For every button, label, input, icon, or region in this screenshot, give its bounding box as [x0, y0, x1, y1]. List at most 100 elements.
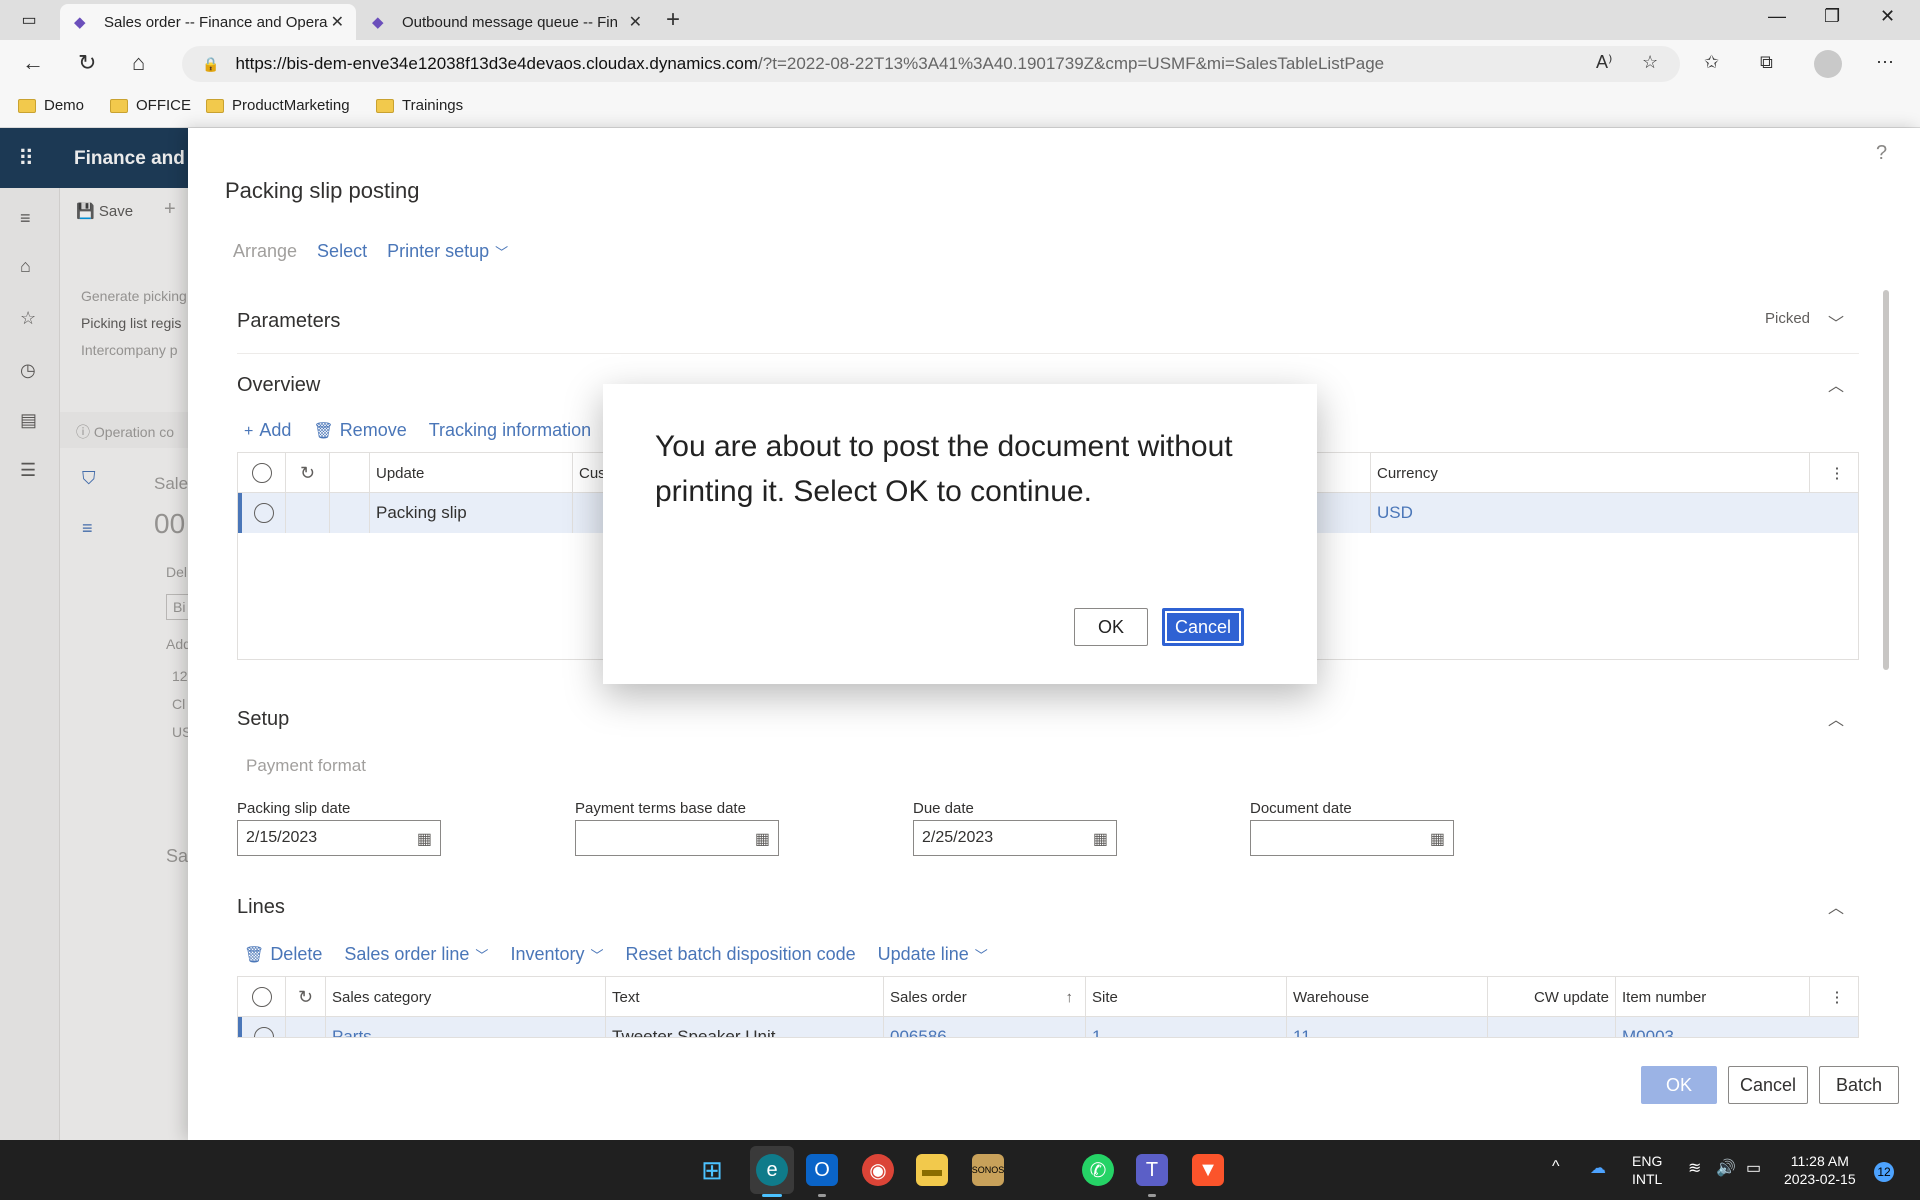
calendar-icon[interactable]: ▦ — [1093, 829, 1108, 849]
edge-icon[interactable]: e — [756, 1154, 788, 1186]
cell-sales-category[interactable]: Parts — [326, 1017, 606, 1037]
start-icon[interactable]: ⊞ — [696, 1154, 728, 1186]
bookmark-demo[interactable]: Demo — [18, 97, 84, 114]
tab-sales-order[interactable]: ◆ Sales order -- Finance and Opera ✕ — [60, 4, 356, 40]
back-icon[interactable]: ← — [22, 50, 44, 76]
column-header-text[interactable]: Text — [606, 977, 884, 1017]
new-tab-button[interactable]: + — [666, 6, 680, 34]
chevron-up-icon[interactable]: ︿ — [1828, 894, 1844, 918]
chevron-down-icon[interactable]: ﹀ — [1828, 310, 1844, 334]
profile-avatar[interactable] — [1814, 50, 1842, 78]
whatsapp-icon[interactable]: ✆ — [1082, 1154, 1114, 1186]
refresh-icon[interactable]: ↻ — [78, 50, 96, 76]
teams-icon[interactable]: T — [1136, 1154, 1168, 1186]
restore-icon[interactable]: ❐ — [1824, 6, 1840, 27]
due-date-field[interactable]: 2/25/2023 ▦ — [913, 820, 1117, 856]
cell-update[interactable]: Packing slip — [370, 493, 573, 533]
parameters-heading[interactable]: Parameters — [237, 310, 340, 333]
minimize-icon[interactable]: — — [1768, 6, 1786, 27]
battery-icon[interactable]: ▭ — [1746, 1158, 1761, 1178]
clock[interactable]: 11:28 AM 2023-02-15 — [1784, 1152, 1856, 1188]
lines-heading[interactable]: Lines — [237, 896, 285, 919]
chevron-up-icon[interactable]: ︿ — [1828, 372, 1844, 396]
packing-slip-date-field[interactable]: 2/15/2023 ▦ — [237, 820, 441, 856]
onedrive-icon[interactable]: ☁ — [1590, 1158, 1606, 1178]
table-row[interactable]: Parts Tweeter Speaker Unit 006586 1 11 M… — [238, 1017, 1858, 1037]
brave-icon[interactable]: ▼ — [1192, 1154, 1224, 1186]
panel-scrollbar[interactable] — [1883, 290, 1889, 670]
close-tab-icon[interactable]: ✕ — [331, 12, 344, 32]
notification-badge[interactable]: 12 — [1874, 1162, 1894, 1182]
tab-actions-icon[interactable]: ▭ — [18, 9, 40, 31]
bookmark-office[interactable]: OFFICE — [110, 97, 191, 114]
calendar-icon[interactable]: ▦ — [1430, 829, 1445, 849]
calendar-icon[interactable]: ▦ — [755, 829, 770, 849]
tracking-information-button[interactable]: Tracking information — [429, 420, 591, 441]
row-select-radio[interactable] — [242, 493, 286, 533]
row-select-radio[interactable] — [242, 1017, 286, 1037]
cell-item-number[interactable]: M0003 — [1616, 1017, 1858, 1037]
add-favorite-icon[interactable]: ☆ — [1642, 52, 1658, 73]
cell-cw-update[interactable] — [1488, 1017, 1616, 1037]
dialog-cancel-button[interactable]: Cancel — [1162, 608, 1244, 646]
file-explorer-icon[interactable]: ▬ — [916, 1154, 948, 1186]
select-all-checkbox[interactable] — [238, 453, 286, 493]
wifi-icon[interactable]: ≋ — [1688, 1158, 1701, 1178]
payment-terms-base-date-field[interactable]: ▦ — [575, 820, 779, 856]
url-field[interactable]: 🔒 https://bis-dem-enve34e12038f13d3e4dev… — [182, 46, 1680, 82]
column-header-update[interactable]: Update — [370, 453, 573, 493]
ok-button[interactable]: OK — [1641, 1066, 1717, 1104]
cell-text[interactable]: Tweeter Speaker Unit — [606, 1017, 884, 1037]
refresh-grid-icon[interactable]: ↻ — [286, 453, 330, 493]
delete-button[interactable]: 🗑 Delete — [244, 944, 322, 965]
more-options-icon[interactable]: ⋮ — [1810, 977, 1858, 1017]
read-aloud-icon[interactable]: A⁾ — [1596, 52, 1612, 73]
volume-icon[interactable]: 🔊 — [1716, 1158, 1736, 1178]
column-header-site[interactable]: Site — [1086, 977, 1287, 1017]
column-header-item-number[interactable]: Item number — [1616, 977, 1810, 1017]
update-line-menu[interactable]: Update line ﹀ — [878, 944, 988, 965]
more-icon[interactable]: ⋯ — [1876, 52, 1894, 73]
more-options-icon[interactable]: ⋮ — [1810, 453, 1858, 493]
bookmark-productmarketing[interactable]: ProductMarketing — [206, 97, 350, 114]
cell-warehouse[interactable]: 11 — [1287, 1017, 1488, 1037]
cell-sales-order[interactable]: 006586 — [884, 1017, 1086, 1037]
select-button[interactable]: Select — [317, 241, 367, 262]
close-window-icon[interactable]: ✕ — [1880, 6, 1895, 27]
chevron-up-icon[interactable]: ︿ — [1828, 706, 1844, 730]
show-hidden-icons[interactable]: ^ — [1552, 1158, 1560, 1176]
language-indicator[interactable]: ENG INTL — [1632, 1152, 1662, 1188]
overview-heading[interactable]: Overview — [237, 374, 320, 397]
chrome-icon[interactable]: ◉ — [862, 1154, 894, 1186]
favorites-icon[interactable]: ✩ — [1704, 52, 1719, 73]
refresh-grid-icon[interactable]: ↻ — [286, 977, 326, 1017]
column-header-sales-category[interactable]: Sales category — [326, 977, 606, 1017]
select-all-checkbox[interactable] — [238, 977, 286, 1017]
outlook-icon[interactable]: O — [806, 1154, 838, 1186]
tab-outbound-message-queue[interactable]: ◆ Outbound message queue -- Fin ✕ — [358, 4, 654, 40]
calendar-icon[interactable]: ▦ — [417, 829, 432, 849]
inventory-menu[interactable]: Inventory ﹀ — [510, 944, 603, 965]
cell-site[interactable]: 1 — [1086, 1017, 1287, 1037]
bookmark-trainings[interactable]: Trainings — [376, 97, 463, 114]
sonos-icon[interactable]: SONOS — [972, 1154, 1004, 1186]
column-header-cw-update[interactable]: CW update — [1488, 977, 1616, 1017]
sales-order-line-menu[interactable]: Sales order line ﹀ — [344, 944, 488, 965]
reset-batch-disposition-button[interactable]: Reset batch disposition code — [626, 944, 856, 965]
document-date-field[interactable]: ▦ — [1250, 820, 1454, 856]
close-tab-icon[interactable]: ✕ — [629, 12, 642, 32]
printer-setup-button[interactable]: Printer setup ﹀ — [387, 241, 508, 262]
collections-icon[interactable]: ⧉ — [1760, 52, 1773, 73]
arrange-button[interactable]: Arrange — [233, 241, 297, 262]
column-header-currency[interactable]: Currency — [1370, 453, 1810, 493]
cancel-button[interactable]: Cancel — [1728, 1066, 1808, 1104]
cell-currency[interactable]: USD — [1370, 493, 1862, 533]
dialog-ok-button[interactable]: OK — [1074, 608, 1148, 646]
help-icon[interactable]: ? — [1876, 142, 1887, 165]
add-button[interactable]: + Add — [244, 420, 291, 441]
column-header-sales-order[interactable]: Sales order ↑ — [884, 977, 1086, 1017]
column-header-warehouse[interactable]: Warehouse — [1287, 977, 1488, 1017]
batch-button[interactable]: Batch — [1819, 1066, 1899, 1104]
remove-button[interactable]: 🗑 Remove — [313, 420, 406, 441]
home-icon[interactable]: ⌂ — [132, 50, 145, 76]
